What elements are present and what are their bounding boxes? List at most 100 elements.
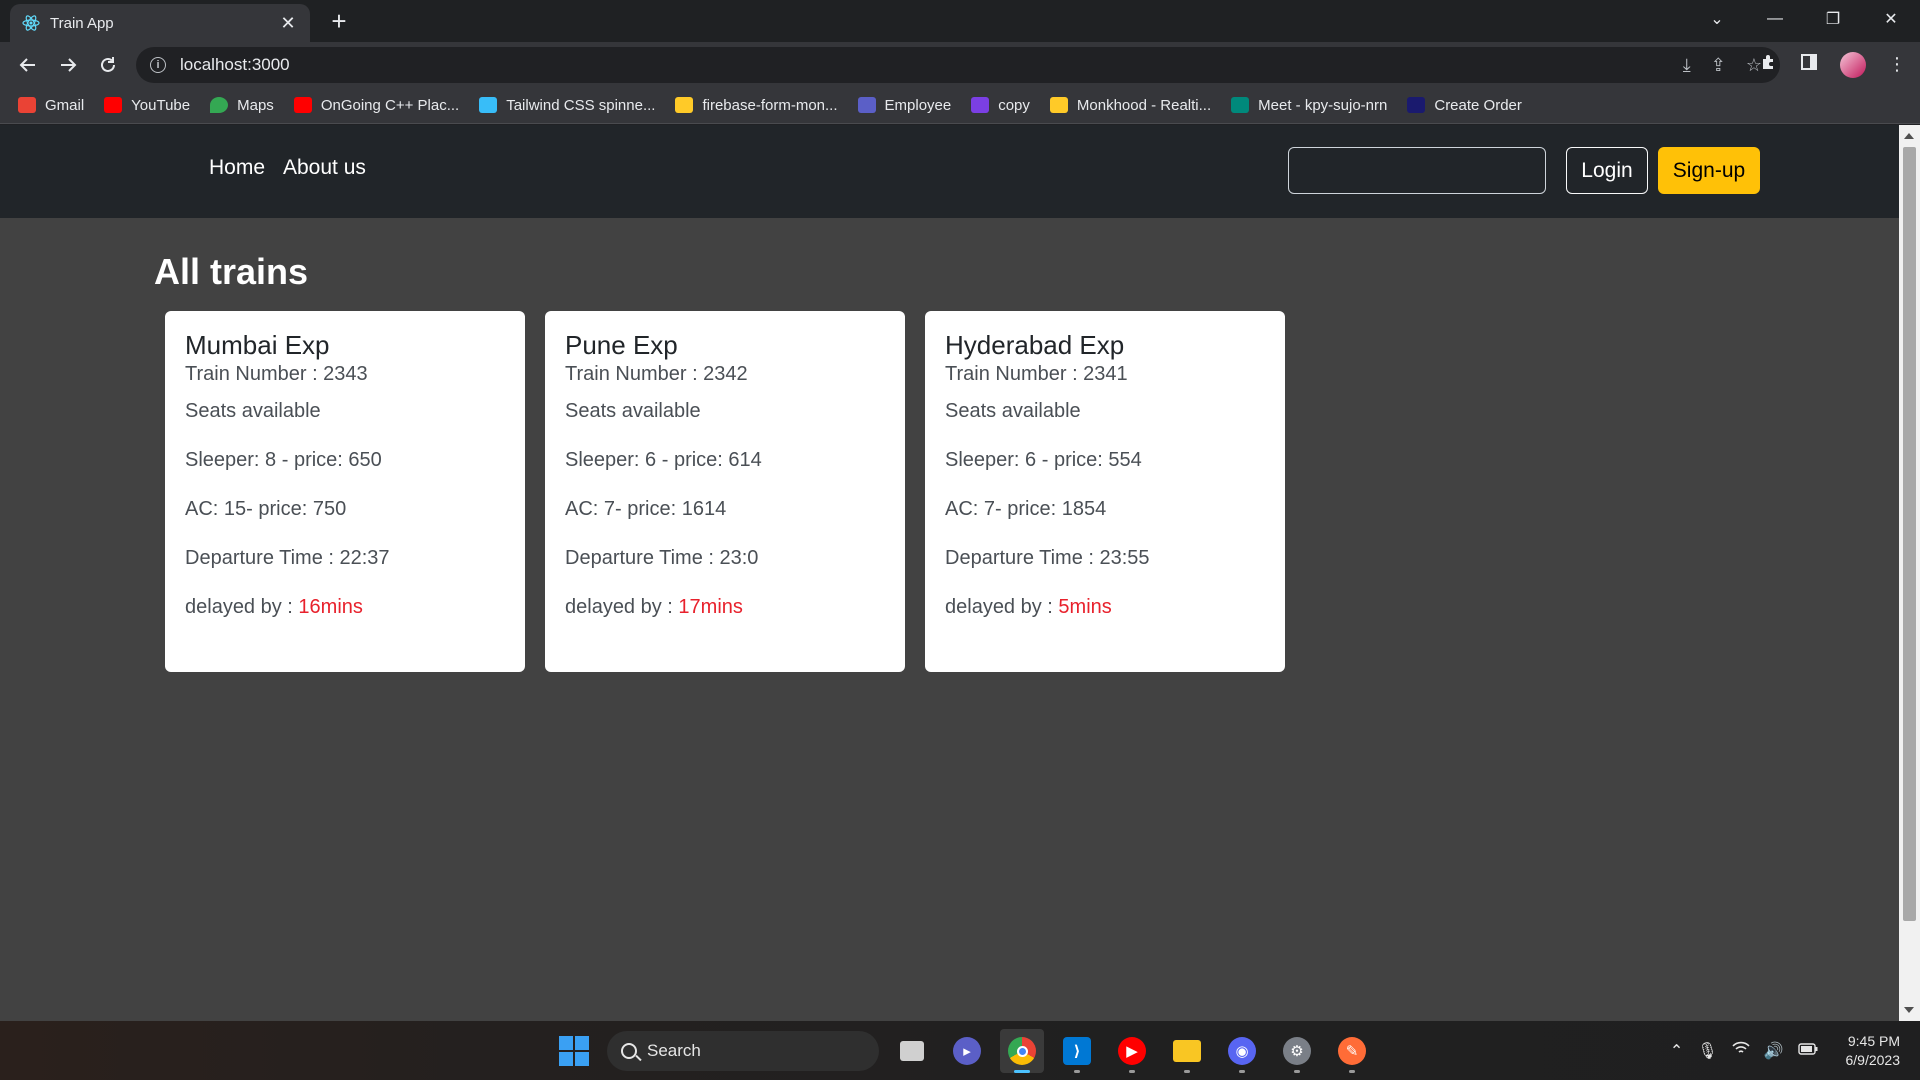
maps-icon — [210, 97, 229, 113]
sleeper-seats: Sleeper: 8 - price: 650 — [185, 449, 382, 471]
train-number: Train Number : 2342 — [565, 363, 748, 385]
gmail-icon — [18, 97, 36, 113]
clock-date: 6/9/2023 — [1845, 1051, 1901, 1068]
bookmark-create-order[interactable]: Create Order — [1407, 97, 1522, 114]
profile-avatar[interactable] — [1840, 51, 1866, 78]
chrome-icon[interactable] — [1000, 1029, 1044, 1073]
toolbar-actions: ⋮ — [1760, 42, 1906, 87]
page-viewport: Home About us Login Sign-up All trains M… — [0, 125, 1899, 1021]
react-icon — [22, 14, 40, 32]
bookmark-copy[interactable]: copy — [971, 97, 1030, 114]
side-panel-icon[interactable] — [1800, 53, 1818, 76]
bookmark-meet[interactable]: Meet - kpy-sujo-nrn — [1231, 97, 1387, 114]
taskbar-search[interactable]: Search — [607, 1031, 879, 1071]
address-bar-actions: ⤓ ⇪ ☆ — [1683, 47, 1762, 83]
train-number: Train Number : 2341 — [945, 363, 1128, 385]
delay-value: 16mins — [298, 596, 363, 618]
bookmark-maps[interactable]: Maps — [210, 97, 274, 114]
page-title: All trains — [154, 251, 309, 292]
close-window-button[interactable]: ✕ — [1862, 0, 1920, 38]
new-tab-button[interactable]: + — [326, 8, 352, 34]
youtube-music-icon[interactable]: ▶ — [1110, 1029, 1154, 1073]
taskbar-search-label: Search — [647, 1041, 701, 1060]
discord-icon[interactable]: ◉ — [1220, 1029, 1264, 1073]
windows-start-icon[interactable] — [552, 1029, 596, 1073]
train-name: Pune Exp — [565, 330, 678, 360]
minimize-button[interactable]: — — [1746, 0, 1804, 38]
wifi-icon[interactable] — [1731, 1041, 1750, 1060]
tab-title: Train App — [50, 14, 114, 32]
address-bar[interactable]: i localhost:3000 ⤓ ⇪ ☆ — [136, 47, 1780, 83]
search-icon — [621, 1043, 637, 1059]
share-icon[interactable]: ⇪ — [1711, 55, 1726, 76]
youtube-icon — [293, 97, 312, 113]
delay-value: 5mins — [1058, 596, 1112, 618]
maximize-button[interactable]: ❐ — [1804, 0, 1862, 38]
system-tray: ⌃ 🎙 🔊 9:45 PM 6/9/2023 — [1670, 1021, 1920, 1080]
signup-button[interactable]: Sign-up — [1658, 147, 1760, 194]
departure-time: Departure Time : 23:0 — [565, 547, 759, 569]
reload-icon[interactable] — [88, 45, 128, 85]
sleeper-seats: Sleeper: 6 - price: 554 — [945, 449, 1142, 471]
train-card: Pune Exp Train Number : 2342 Seats avail… — [545, 311, 905, 672]
bookmark-employee[interactable]: Employee — [857, 97, 951, 114]
browser-toolbar: i localhost:3000 ⤓ ⇪ ☆ ⋮ — [0, 42, 1920, 87]
file-explorer-icon[interactable] — [1165, 1029, 1209, 1073]
teams-chat-icon[interactable]: ▸ — [945, 1029, 989, 1073]
youtube-icon — [104, 97, 123, 113]
taskbar-apps: Search ▸ ⟩ ▶ ◉ ⚙ ✎ — [552, 1027, 1374, 1075]
train-card: Mumbai Exp Train Number : 2343 Seats ava… — [165, 311, 525, 672]
postman-icon[interactable]: ✎ — [1330, 1029, 1374, 1073]
tab-close-icon[interactable]: ✕ — [278, 13, 298, 34]
page-scrollbar[interactable] — [1899, 125, 1920, 1021]
bookmark-tailwind[interactable]: Tailwind CSS spinne... — [479, 97, 655, 114]
login-button[interactable]: Login — [1566, 147, 1648, 194]
scrollbar-thumb[interactable] — [1903, 147, 1916, 921]
browser-tabstrip: Train App ✕ + ⌄ — ❐ ✕ — [0, 0, 1920, 42]
seats-available-label: Seats available — [945, 400, 1081, 422]
forward-arrow-icon[interactable] — [48, 45, 88, 85]
search-input[interactable] — [1288, 147, 1546, 194]
tailwind-icon — [479, 97, 498, 113]
window-controls: ⌄ — ❐ ✕ — [1688, 0, 1920, 38]
install-app-icon[interactable]: ⤓ — [1683, 55, 1691, 76]
system-clock[interactable]: 9:45 PM 6/9/2023 — [1846, 1032, 1901, 1070]
delay-label: delayed by : — [185, 596, 299, 618]
settings-gear-icon[interactable]: ⚙ — [1275, 1029, 1319, 1073]
browser-tab[interactable]: Train App ✕ — [10, 4, 310, 42]
tab-search-icon[interactable]: ⌄ — [1688, 0, 1746, 38]
bookmark-youtube[interactable]: YouTube — [104, 97, 190, 114]
bookmark-firebase-form[interactable]: firebase-form-mon... — [675, 97, 838, 114]
bookmark-gmail[interactable]: Gmail — [18, 97, 84, 114]
delay-info: delayed by : 16mins — [185, 596, 505, 619]
bookmark-monkhood[interactable]: Monkhood - Realti... — [1049, 97, 1211, 114]
task-view-icon[interactable] — [890, 1029, 934, 1073]
chevron-up-icon[interactable]: ⌃ — [1670, 1041, 1683, 1061]
more-menu-icon[interactable]: ⋮ — [1888, 54, 1906, 75]
delay-info: delayed by : 17mins — [565, 596, 885, 619]
microphone-icon[interactable]: 🎙 — [1697, 1041, 1717, 1061]
vscode-icon[interactable]: ⟩ — [1055, 1029, 1099, 1073]
site-info-icon[interactable]: i — [150, 57, 166, 73]
meet-icon — [1231, 97, 1250, 113]
employee-icon — [857, 97, 876, 113]
delay-value: 17mins — [678, 596, 743, 618]
firebase-icon — [675, 97, 694, 113]
copy-icon — [971, 97, 990, 113]
bookmark-ongoing-cpp[interactable]: OnGoing C++ Plac... — [293, 97, 459, 114]
train-number: Train Number : 2343 — [185, 363, 368, 385]
site-navbar: Home About us Login Sign-up — [0, 125, 1899, 218]
departure-time: Departure Time : 23:55 — [945, 547, 1150, 569]
nav-link-home[interactable]: Home — [209, 156, 265, 180]
back-arrow-icon[interactable] — [8, 45, 48, 85]
nav-link-about-us[interactable]: About us — [283, 156, 366, 180]
scroll-down-arrow-icon[interactable] — [1904, 1007, 1914, 1013]
departure-time: Departure Time : 22:37 — [185, 547, 390, 569]
ac-seats: AC: 15- price: 750 — [185, 498, 347, 520]
battery-icon[interactable] — [1797, 1042, 1818, 1060]
volume-icon[interactable]: 🔊 — [1764, 1041, 1784, 1061]
extensions-icon[interactable] — [1760, 53, 1778, 76]
sleeper-seats: Sleeper: 6 - price: 614 — [565, 449, 762, 471]
scroll-up-arrow-icon[interactable] — [1904, 133, 1914, 139]
address-url: localhost:3000 — [180, 55, 290, 74]
